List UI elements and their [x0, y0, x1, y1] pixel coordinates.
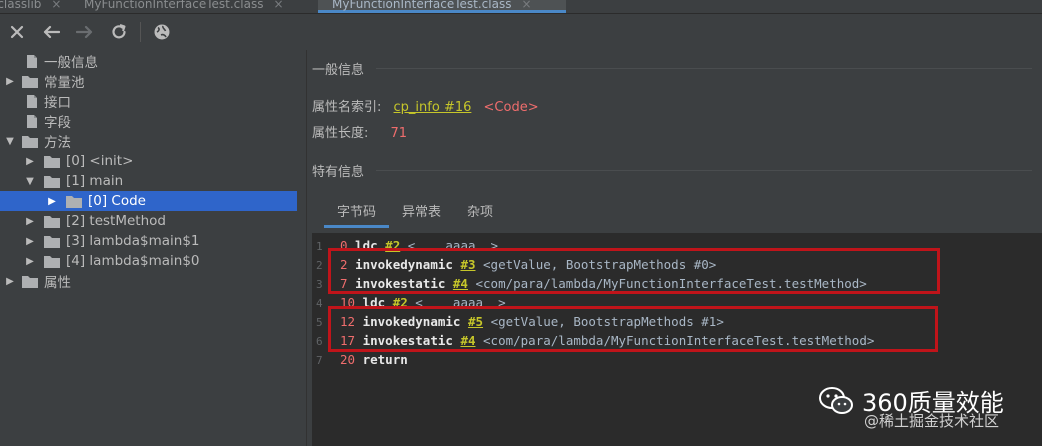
folder-icon: [22, 75, 38, 88]
tree-item-label: 一般信息: [44, 55, 98, 71]
tab-misc[interactable]: 杂项: [454, 200, 506, 228]
attribute-name-index-row: 属性名索引: cp_info #16 <Code>: [312, 96, 539, 115]
close-button[interactable]: [0, 15, 34, 49]
attribute-length-label: 属性长度:: [312, 126, 369, 141]
chevron-right-icon[interactable]: ▶: [24, 236, 36, 247]
section-separator: [376, 68, 1032, 69]
refresh-icon: [112, 24, 126, 39]
attribute-length-row: 属性长度: 71: [312, 122, 407, 141]
panel-divider[interactable]: [306, 50, 307, 446]
tree-item-attributes[interactable]: ▶ 属性: [0, 271, 297, 291]
forward-button[interactable]: [68, 15, 102, 49]
back-arrow-icon: [43, 25, 60, 39]
tree-item-fields[interactable]: 字段: [0, 111, 297, 131]
specific-info-section-title: 特有信息: [312, 161, 1032, 180]
chevron-right-icon[interactable]: ▶: [46, 196, 58, 207]
tree-item-code-selected[interactable]: ▶ [0] Code: [0, 191, 297, 211]
globe-icon: [154, 24, 170, 40]
tab-close-icon[interactable]: ×: [273, 0, 283, 11]
general-info-section-title: 一般信息: [312, 59, 1032, 78]
tree-item-method-init[interactable]: ▶ [0] <init>: [0, 151, 297, 171]
tab-exception-table[interactable]: 异常表: [389, 200, 454, 228]
highlight-box: [328, 248, 940, 294]
toolbar-separator: [140, 22, 141, 42]
tab-class-file[interactable]: MyFunctionInterfaceTest.class ×: [84, 0, 284, 13]
tab-close-icon[interactable]: ×: [521, 0, 531, 11]
folder-icon: [44, 175, 60, 188]
chevron-right-icon[interactable]: ▶: [24, 256, 36, 267]
tree-item-label: [0] Code: [88, 193, 146, 209]
line-number: 4: [316, 297, 323, 310]
section-separator: [376, 170, 1032, 171]
tree-item-method-testmethod[interactable]: ▶ [2] testMethod: [0, 211, 297, 231]
browser-button[interactable]: [145, 15, 179, 49]
tree-item-method-lambda-0[interactable]: ▶ [4] lambda$main$0: [0, 251, 297, 271]
tab-class-file-active[interactable]: MyFunctionInterfaceTest.class ×: [318, 0, 566, 13]
tree-item-constant-pool[interactable]: ▶ 常量池: [0, 71, 297, 91]
chevron-right-icon[interactable]: ▶: [24, 216, 36, 227]
chevron-down-icon[interactable]: ▼: [4, 136, 16, 147]
attribute-length-value: 71: [390, 126, 408, 141]
line-number: 5: [316, 316, 323, 329]
line-number: 6: [316, 335, 323, 348]
attribute-name-value: <Code>: [483, 100, 539, 115]
chevron-down-icon[interactable]: ▼: [24, 176, 36, 187]
tree-item-label: [3] lambda$main$1: [66, 233, 200, 249]
folder-icon: [22, 275, 38, 288]
tree-item-label: [2] testMethod: [66, 213, 166, 229]
tree-item-label: 字段: [44, 115, 71, 131]
refresh-button[interactable]: [102, 15, 136, 49]
highlight-box: [328, 306, 938, 352]
line-number: 1: [316, 240, 323, 253]
file-icon: [26, 94, 38, 109]
tree-item-label: 接口: [44, 95, 71, 111]
bytecode-subtabs: 字节码 异常表 杂项: [324, 200, 506, 228]
tree-item-method-lambda-1[interactable]: ▶ [3] lambda$main$1: [0, 231, 297, 251]
tree-item-method-main[interactable]: ▼ [1] main: [0, 171, 297, 191]
line-number: 7: [316, 354, 323, 367]
back-button[interactable]: [34, 15, 68, 49]
tree-item-general-info[interactable]: 一般信息: [0, 51, 297, 71]
line-number: 3: [316, 278, 323, 291]
cp-info-link[interactable]: cp_info #16: [394, 100, 472, 115]
file-icon: [26, 114, 38, 129]
folder-icon: [44, 255, 60, 268]
tab-bytecode[interactable]: 字节码: [324, 200, 390, 228]
tree-item-label: 常量池: [44, 75, 85, 91]
attribute-name-index-label: 属性名索引:: [312, 100, 382, 115]
tree-item-label: [4] lambda$main$0: [66, 253, 200, 269]
tree-item-label: 属性: [44, 275, 71, 291]
chevron-right-icon[interactable]: ▶: [4, 76, 16, 87]
folder-icon: [44, 235, 60, 248]
file-icon: [26, 54, 38, 69]
toolbar: [0, 15, 1042, 49]
tree-item-label: [1] main: [66, 173, 124, 189]
tree-item-methods[interactable]: ▼ 方法: [0, 131, 297, 151]
bytecode-line: 20 return: [340, 352, 408, 367]
editor-tab-strip: jclasslib× MyFunctionInterfaceTest.class…: [0, 0, 1042, 14]
close-icon: [10, 25, 24, 39]
tree-item-interfaces[interactable]: 接口: [0, 91, 297, 111]
chevron-right-icon[interactable]: ▶: [24, 156, 36, 167]
folder-icon: [44, 155, 60, 168]
tab-jclasslib[interactable]: jclasslib×: [0, 0, 61, 13]
tree-item-label: 方法: [44, 135, 71, 151]
line-number: 2: [316, 259, 323, 272]
tab-close-icon[interactable]: ×: [51, 0, 61, 11]
wechat-icon: [819, 386, 853, 414]
chevron-right-icon[interactable]: ▶: [4, 276, 16, 287]
class-structure-tree: 一般信息 ▶ 常量池 接口 字段 ▼ 方法 ▶ [0] <init> ▼ [1]…: [0, 50, 297, 446]
folder-icon: [66, 195, 82, 208]
watermark-sub: @稀土掘金技术社区: [864, 412, 1000, 430]
folder-icon: [22, 135, 38, 148]
forward-arrow-icon: [76, 25, 93, 39]
folder-icon: [44, 215, 60, 228]
tree-item-label: [0] <init>: [66, 153, 134, 169]
